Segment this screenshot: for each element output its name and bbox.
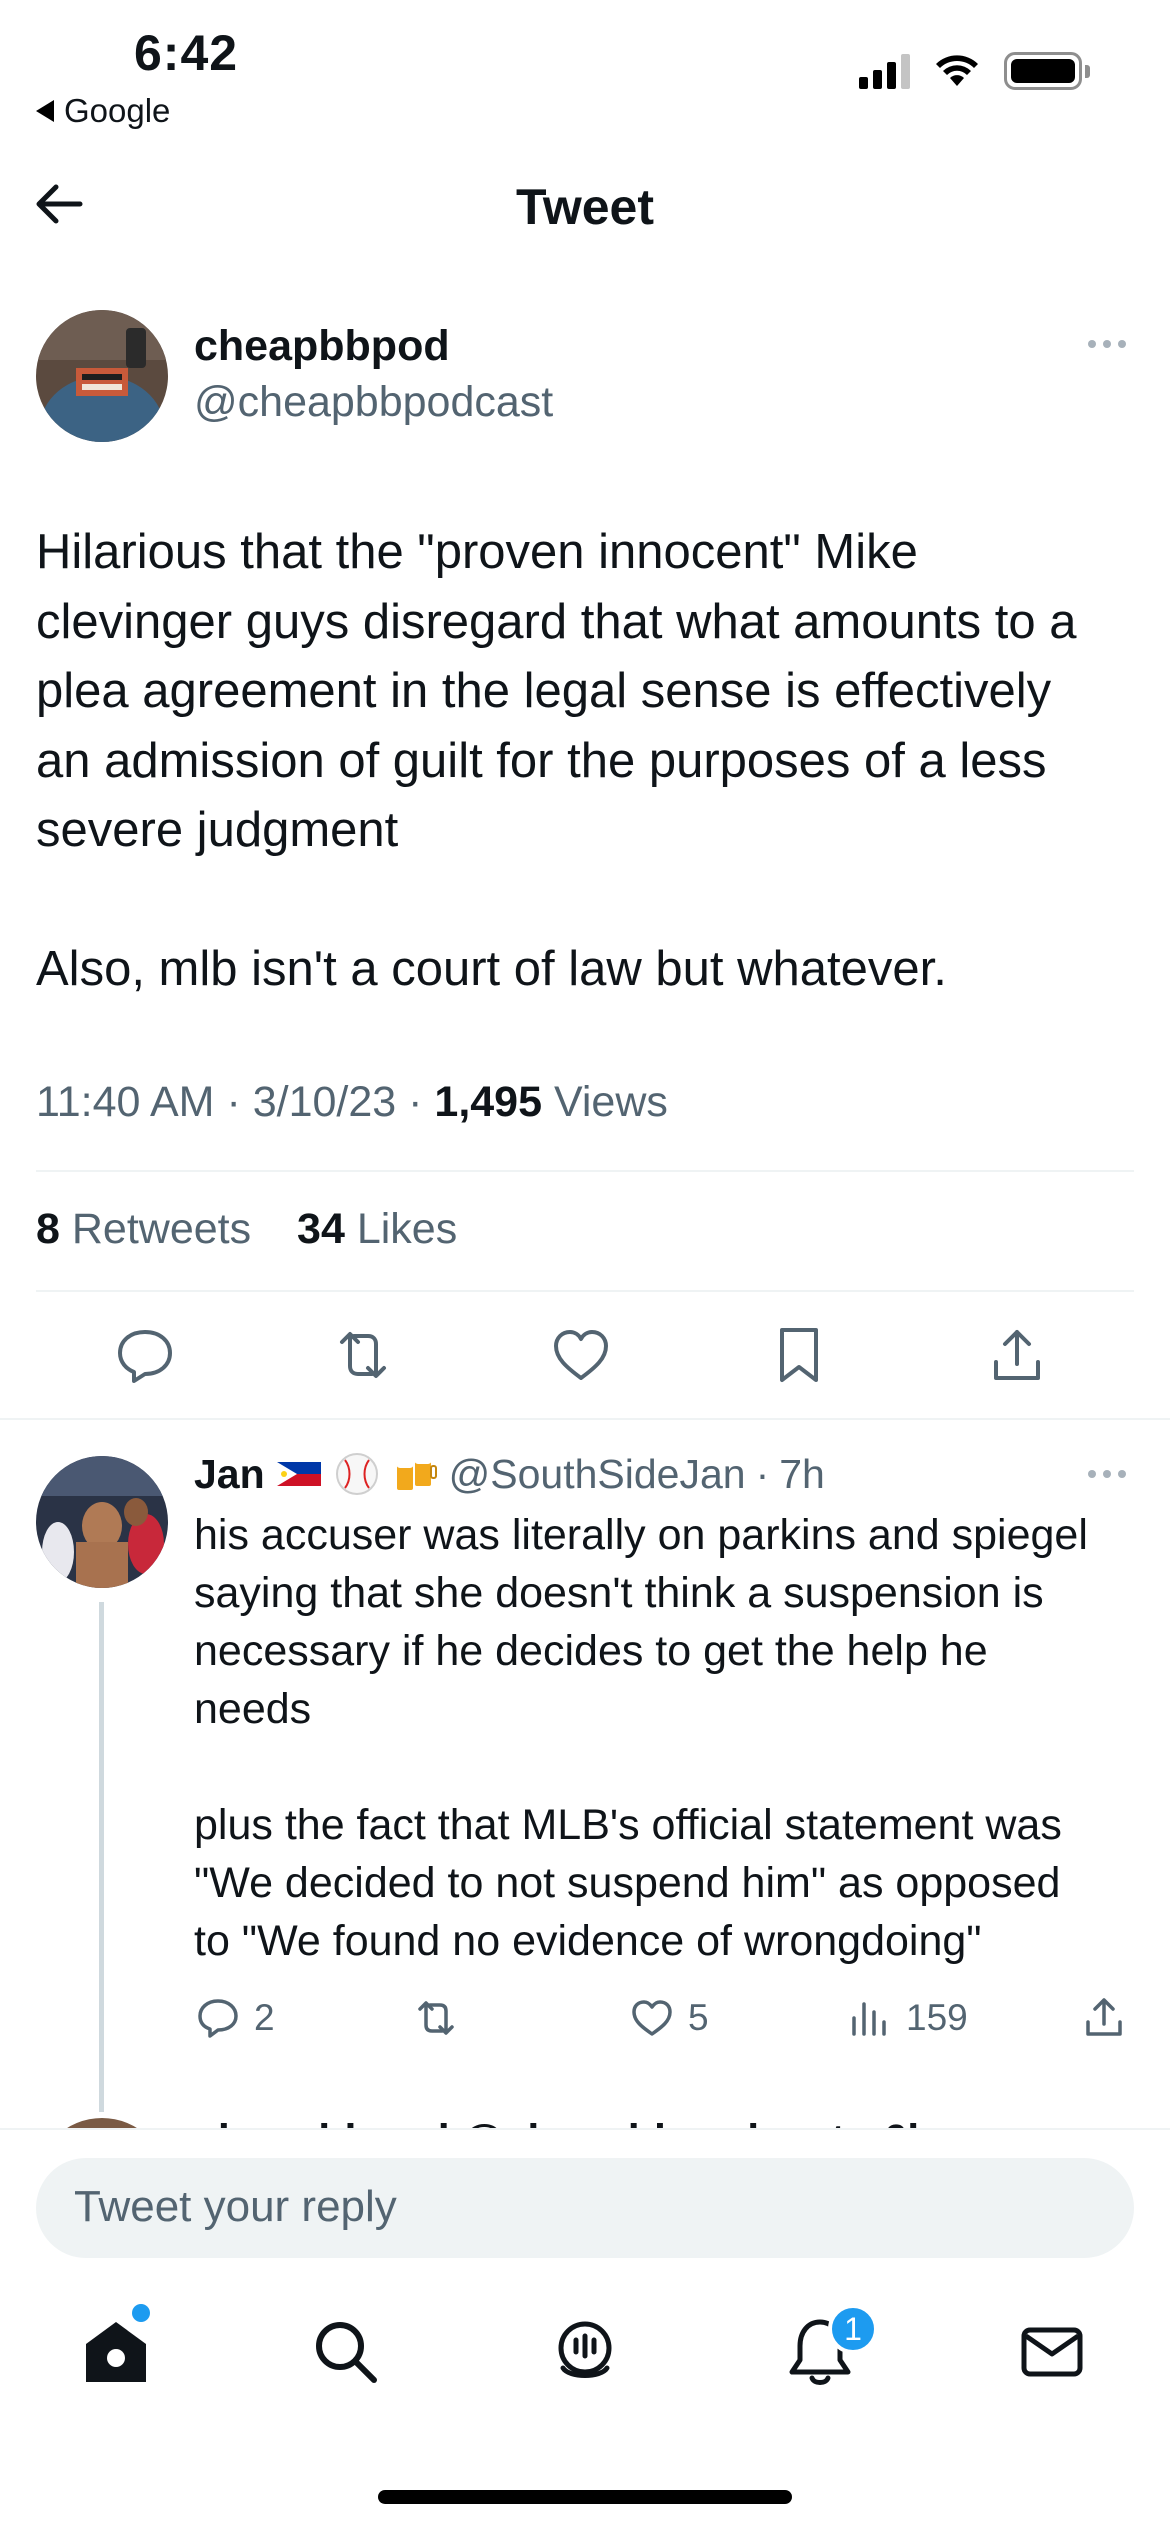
notifications-badge: 1 bbox=[828, 2304, 878, 2354]
reply-header: Jan @SouthSideJan · 7h bbox=[194, 1450, 825, 1498]
engagement-stats: 8 Retweets 34 Likes bbox=[36, 1205, 457, 1254]
retweet-icon[interactable] bbox=[328, 1320, 398, 1390]
reply-replies-count: 2 bbox=[254, 1997, 275, 2038]
reply-views-count: 159 bbox=[906, 1997, 968, 2038]
reply-retweet-button[interactable] bbox=[412, 1994, 460, 2042]
tweet-time: 11:40 AM bbox=[36, 1078, 215, 1126]
divider bbox=[36, 1290, 1134, 1292]
spaces-icon[interactable] bbox=[545, 2312, 625, 2392]
likes-count: 34 bbox=[297, 1205, 345, 1253]
views-count: 1,495 bbox=[434, 1078, 543, 1126]
reply-input-placeholder: Tweet your reply bbox=[74, 2182, 397, 2231]
retweets-count: 8 bbox=[36, 1205, 60, 1253]
status-time: 6:42 bbox=[134, 25, 239, 81]
more-options-icon[interactable] bbox=[1088, 340, 1126, 348]
share-icon bbox=[1086, 1998, 1122, 2036]
retweets-link[interactable]: 8 Retweets bbox=[36, 1205, 251, 1253]
home-notification-dot bbox=[132, 2304, 150, 2322]
messages-icon[interactable] bbox=[1012, 2312, 1092, 2392]
reply-display-name[interactable]: Jan bbox=[194, 1451, 265, 1498]
retweets-label: Retweets bbox=[71, 1205, 252, 1253]
reply-icon[interactable] bbox=[110, 1320, 180, 1390]
divider bbox=[0, 1418, 1170, 1420]
thread-line bbox=[99, 1602, 104, 2112]
retweet-icon bbox=[418, 2001, 454, 2035]
views-label: Views bbox=[553, 1078, 668, 1126]
page-title: Tweet bbox=[516, 179, 654, 235]
battery-icon bbox=[1004, 52, 1090, 90]
like-icon[interactable] bbox=[546, 1320, 616, 1390]
back-app-label: Google bbox=[64, 92, 171, 129]
home-icon[interactable] bbox=[76, 2312, 156, 2392]
reply-text: his accuser was literally on parkins and… bbox=[194, 1511, 1088, 1965]
author-avatar[interactable] bbox=[36, 310, 168, 442]
philippines-flag-icon bbox=[276, 1462, 321, 1486]
likes-label: Likes bbox=[356, 1205, 458, 1253]
reply-age: 7h bbox=[779, 1450, 825, 1497]
search-icon[interactable] bbox=[306, 2312, 386, 2392]
tweet-text: Hilarious that the "proven innocent" Mik… bbox=[36, 525, 1077, 996]
tweet-screen: 6:42 Google Tweet cheapbbpod @cheapbbpod… bbox=[0, 0, 1170, 2532]
reply-share-button[interactable] bbox=[1080, 1994, 1128, 2042]
home-indicator bbox=[378, 2490, 792, 2504]
baseball-icon bbox=[335, 1453, 378, 1495]
reply-reply-button[interactable]: 2 bbox=[194, 1994, 275, 2042]
likes-link[interactable]: 34 Likes bbox=[297, 1205, 457, 1253]
views-icon bbox=[852, 2002, 886, 2036]
cellular-signal-icon bbox=[859, 53, 910, 89]
reply-like-button[interactable]: 5 bbox=[628, 1994, 709, 2042]
status-icons bbox=[859, 52, 1090, 90]
reply-handle[interactable]: @SouthSideJan bbox=[449, 1451, 746, 1498]
reply-more-options-icon[interactable] bbox=[1088, 1470, 1126, 1478]
tweet-date: 3/10/23 bbox=[252, 1078, 397, 1126]
tweet-meta: 11:40 AM · 3/10/23 · 1,495 Views bbox=[36, 1078, 668, 1126]
wifi-icon bbox=[936, 55, 978, 86]
bookmark-icon[interactable] bbox=[764, 1320, 834, 1390]
reply-icon bbox=[198, 1999, 238, 2038]
author-display-name[interactable]: cheapbbpod bbox=[194, 322, 450, 371]
share-icon[interactable] bbox=[982, 1320, 1052, 1390]
author-handle[interactable]: @cheapbbpodcast bbox=[194, 378, 553, 427]
divider bbox=[36, 1170, 1134, 1172]
reply-views-button[interactable]: 159 bbox=[846, 1994, 968, 2042]
back-triangle-icon bbox=[36, 100, 54, 122]
back-to-app-link[interactable]: Google bbox=[36, 92, 170, 130]
like-icon bbox=[632, 2000, 672, 2036]
beer-mugs-icon bbox=[396, 1458, 437, 1490]
reply-likes-count: 5 bbox=[688, 1997, 709, 2038]
reply-author-avatar[interactable] bbox=[36, 1456, 168, 1588]
